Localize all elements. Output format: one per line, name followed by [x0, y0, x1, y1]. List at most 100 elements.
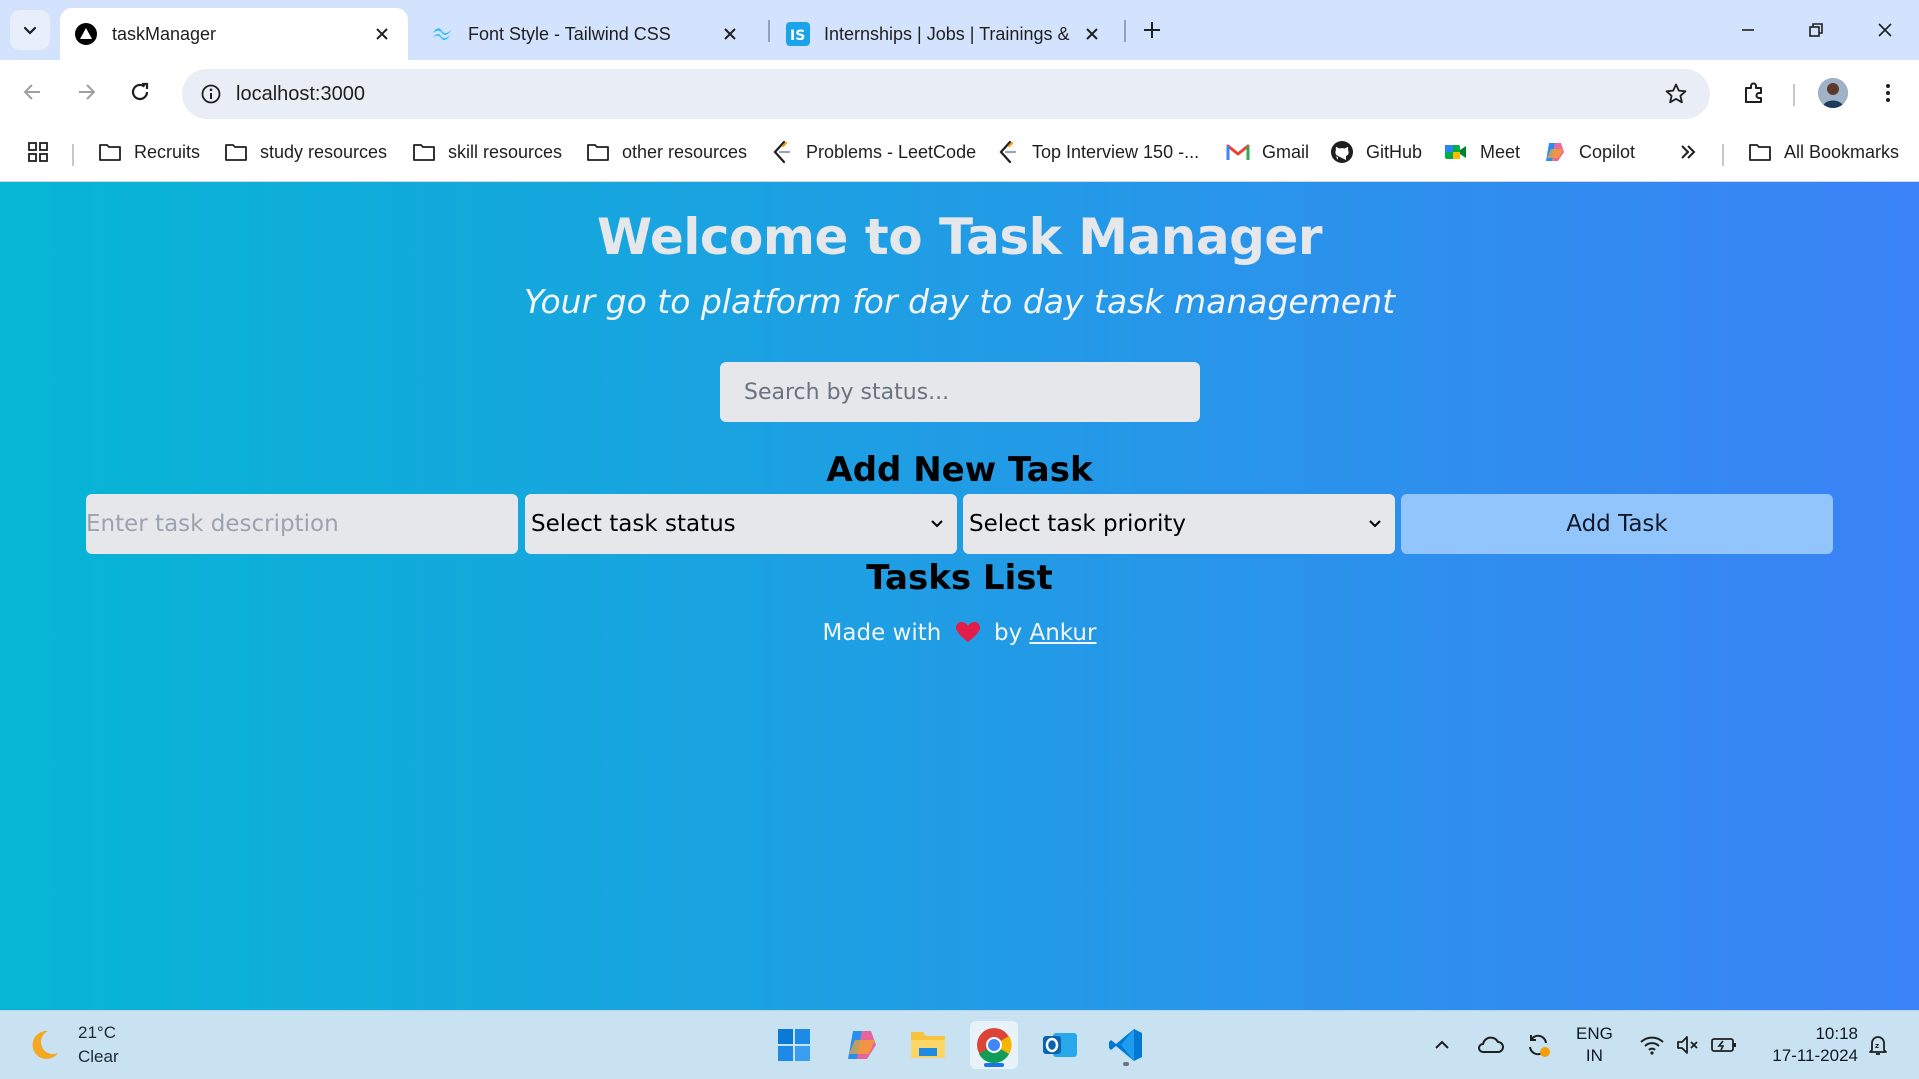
folder-icon	[224, 140, 248, 164]
extensions-button[interactable]	[1734, 73, 1774, 113]
minimize-icon	[1742, 29, 1754, 31]
wifi-icon[interactable]	[1636, 1029, 1668, 1061]
toolbar-divider	[1793, 84, 1795, 106]
weather-condition: Clear	[78, 1047, 119, 1066]
tab-title: Font Style - Tailwind CSS	[468, 23, 671, 44]
file-explorer-button[interactable]	[904, 1021, 952, 1069]
bookmark-gmail[interactable]: Gmail	[1226, 136, 1309, 168]
bookmark-recruits[interactable]: Recruits	[98, 136, 200, 168]
all-bookmarks-button[interactable]: All Bookmarks	[1748, 136, 1899, 168]
tab-strip: taskManager Font Style - Tailwind CSS IS…	[0, 0, 1919, 60]
chevron-down-icon	[927, 514, 947, 534]
bookmark-skill-resources[interactable]: skill resources	[412, 136, 562, 168]
grid-icon	[26, 140, 50, 164]
clock-date: 17-11-2024	[1772, 1046, 1858, 1065]
chrome-taskbar-button[interactable]	[970, 1021, 1018, 1069]
bookmark-meet[interactable]: Meet	[1444, 136, 1520, 168]
bookmark-leetcode-problems[interactable]: Problems - LeetCode	[770, 136, 976, 168]
task-description-field[interactable]	[86, 494, 518, 554]
site-info-icon[interactable]	[186, 69, 236, 119]
bookmark-label: Copilot	[1579, 141, 1636, 162]
chrome-icon	[977, 1028, 1012, 1063]
tailwind-icon	[430, 22, 454, 46]
task-description-input[interactable]	[86, 494, 518, 554]
close-icon[interactable]	[370, 22, 394, 46]
show-hidden-icons-button[interactable]	[1426, 1029, 1458, 1061]
page-title: Welcome to Task Manager	[597, 208, 1323, 266]
system-clock[interactable]: 10:18 17-11-2024	[1758, 1023, 1858, 1067]
tab-internshala[interactable]: IS Internships | Jobs | Trainings & I	[772, 8, 1118, 60]
minimize-button[interactable]	[1725, 8, 1771, 52]
footer-prefix: Made with	[822, 620, 942, 646]
meet-icon	[1444, 140, 1468, 164]
tab-search-button[interactable]	[10, 10, 50, 50]
footer-by: by	[993, 620, 1023, 646]
address-bar[interactable]: localhost:3000	[182, 69, 1710, 119]
folder-icon	[1748, 140, 1772, 164]
task-priority-select[interactable]: Select task priority	[963, 494, 1395, 554]
battery-icon[interactable]	[1708, 1029, 1740, 1061]
restore-button[interactable]	[1793, 8, 1839, 52]
reload-button[interactable]	[120, 72, 160, 112]
close-icon[interactable]	[718, 22, 742, 46]
bookmark-top-interview[interactable]: Top Interview 150 -...	[996, 136, 1199, 168]
arrow-left-icon	[23, 84, 40, 100]
language-indicator[interactable]: ENG IN	[1576, 1023, 1613, 1067]
start-button[interactable]	[770, 1021, 818, 1069]
internshala-icon: IS	[786, 22, 810, 46]
page-content: Welcome to Task Manager Your go to platf…	[0, 182, 1919, 1010]
more-bookmarks-button[interactable]	[1676, 136, 1712, 168]
bookmark-study-resources[interactable]: study resources	[224, 136, 387, 168]
tab-title: Internships | Jobs | Trainings & I	[824, 23, 1072, 44]
apps-button[interactable]	[26, 136, 62, 168]
url-text[interactable]: localhost:3000	[236, 83, 365, 106]
copilot-taskbar-button[interactable]	[838, 1021, 886, 1069]
bookmark-label: other resources	[622, 141, 748, 162]
outlook-button[interactable]	[1036, 1021, 1084, 1069]
svg-text:z: z	[1875, 1042, 1879, 1050]
chevron-up-icon	[1435, 1040, 1449, 1049]
bookmark-github[interactable]: GitHub	[1330, 136, 1422, 168]
copilot-icon	[848, 1031, 876, 1059]
volume-muted-icon[interactable]	[1672, 1029, 1704, 1061]
author-link[interactable]: Ankur	[1029, 620, 1096, 646]
close-icon[interactable]	[1080, 22, 1104, 46]
profile-avatar[interactable]	[1818, 78, 1848, 108]
plus-icon	[1144, 22, 1160, 38]
page-subtitle: Your go to platform for day to day task …	[523, 282, 1396, 321]
bookmark-other-resources[interactable]: other resources	[586, 136, 747, 168]
notifications-icon[interactable]: z	[1862, 1029, 1894, 1061]
copilot-icon	[1543, 140, 1567, 164]
bookmarks-divider	[72, 144, 74, 166]
bookmark-label: All Bookmarks	[1784, 141, 1900, 162]
moon-icon	[32, 1030, 58, 1059]
onedrive-icon[interactable]	[1474, 1029, 1506, 1061]
running-indicator	[1123, 1062, 1129, 1066]
folder-icon	[412, 140, 436, 164]
tab-taskmanager[interactable]: taskManager	[60, 8, 408, 60]
new-tab-button[interactable]	[1136, 14, 1168, 46]
leetcode-icon	[770, 140, 794, 164]
close-window-button[interactable]	[1862, 8, 1908, 52]
browser-toolbar: localhost:3000	[0, 60, 1919, 126]
chevron-down-icon	[1365, 514, 1385, 534]
add-task-heading: Add New Task	[826, 450, 1093, 490]
bookmarks-divider	[1722, 144, 1724, 166]
sync-icon[interactable]	[1522, 1029, 1554, 1061]
tasks-list-heading: Tasks List	[866, 558, 1053, 598]
task-status-select[interactable]: Select task status	[525, 494, 957, 554]
nextjs-icon	[74, 22, 98, 46]
tab-tailwind[interactable]: Font Style - Tailwind CSS	[416, 8, 756, 60]
gmail-icon	[1226, 140, 1250, 164]
forward-button[interactable]	[66, 72, 106, 112]
weather-widget[interactable]: 21°C Clear	[24, 1021, 119, 1069]
bookmark-star-icon[interactable]	[1662, 80, 1690, 108]
heart-icon	[955, 622, 980, 642]
vscode-button[interactable]	[1102, 1021, 1150, 1069]
back-button[interactable]	[13, 72, 53, 112]
search-input[interactable]	[720, 362, 1200, 422]
bookmark-copilot[interactable]: Copilot	[1543, 136, 1635, 168]
browser-menu-button[interactable]	[1868, 73, 1908, 113]
add-task-button[interactable]: Add Task	[1401, 494, 1833, 554]
puzzle-icon	[1745, 82, 1762, 103]
